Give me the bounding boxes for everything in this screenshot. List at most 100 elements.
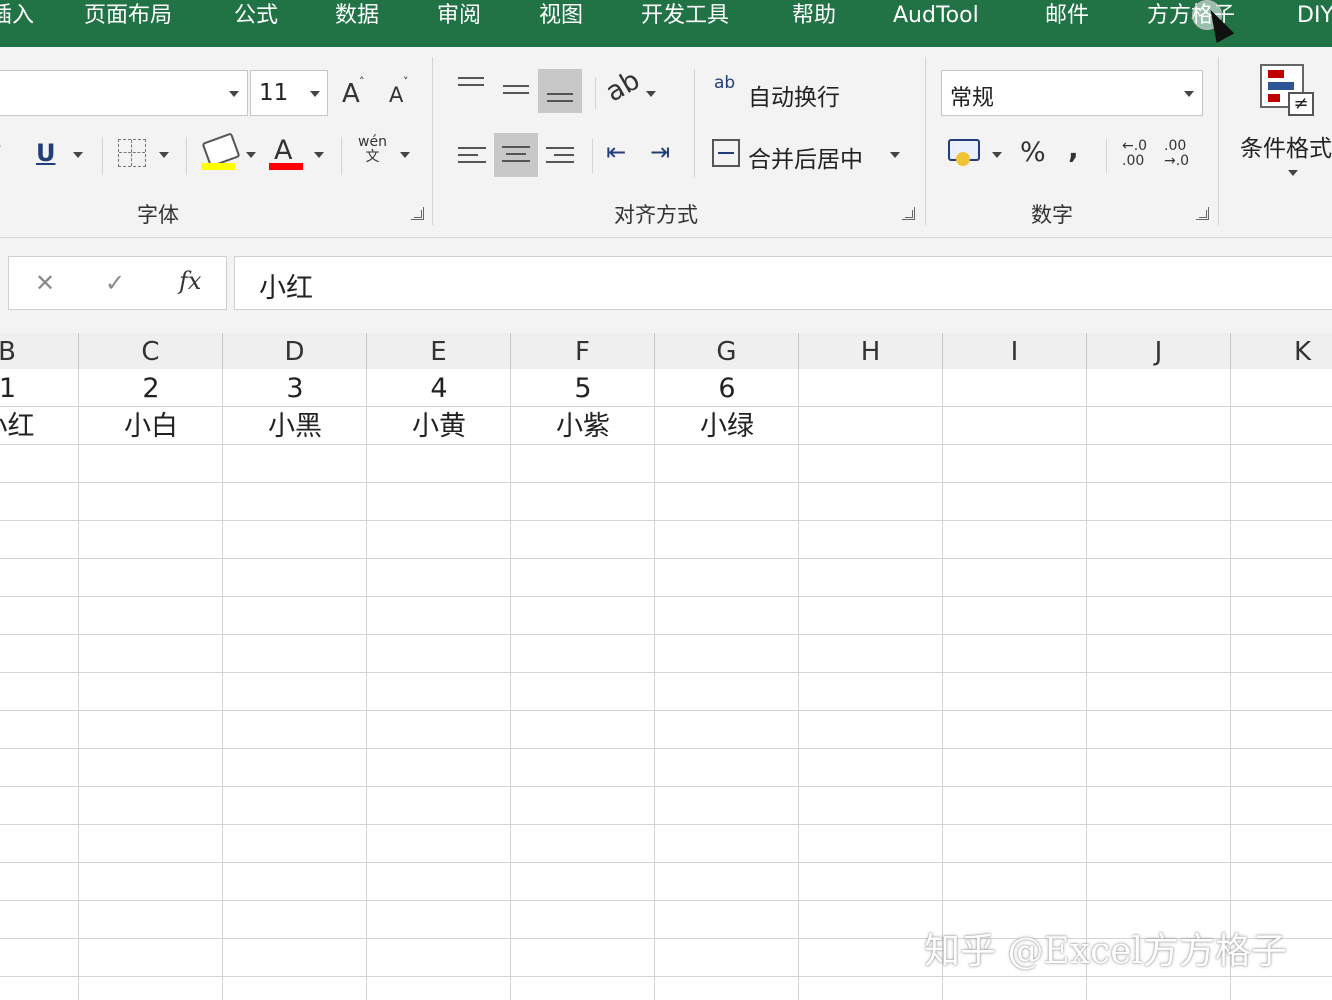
divider: [694, 69, 695, 177]
tab-review[interactable]: 审阅: [437, 0, 481, 32]
conditional-format-icon[interactable]: ≠: [1260, 64, 1314, 116]
divider: [102, 137, 103, 175]
cell-c1[interactable]: 2: [79, 369, 223, 407]
font-name-box[interactable]: [0, 70, 248, 116]
divider: [341, 137, 342, 175]
merge-center-icon[interactable]: [712, 139, 740, 167]
merge-center-button[interactable]: 合并后居中: [748, 140, 863, 174]
fill-color-bar: [201, 163, 235, 170]
font-color-icon[interactable]: A: [274, 137, 292, 164]
formula-bar-buttons: ✕ ✓ fx: [8, 256, 227, 310]
wrap-text-icon[interactable]: ab: [714, 75, 735, 92]
cell-g1[interactable]: 6: [655, 369, 799, 407]
enter-icon[interactable]: ✓: [105, 269, 125, 297]
font-size-value: 11: [259, 80, 289, 106]
column-header-k[interactable]: K: [1231, 333, 1332, 369]
group-separator: [1218, 57, 1219, 225]
italic-icon[interactable]: I: [0, 143, 1, 167]
column-header-b[interactable]: B: [0, 333, 79, 369]
accounting-dropdown-icon[interactable]: [992, 152, 1002, 158]
font-dialog-launcher-icon[interactable]: [411, 207, 424, 220]
cell-d1[interactable]: 3: [223, 369, 367, 407]
cell-f1[interactable]: 5: [511, 369, 655, 407]
percent-style-icon[interactable]: %: [1020, 139, 1046, 166]
fill-color-dropdown-icon[interactable]: [246, 152, 256, 158]
cancel-icon[interactable]: ✕: [35, 269, 55, 297]
column-header-f[interactable]: F: [511, 333, 655, 369]
cell-e2[interactable]: 小黄: [367, 407, 511, 445]
comma-style-icon[interactable]: ,: [1068, 135, 1079, 163]
tab-help[interactable]: 帮助: [792, 0, 836, 32]
conditional-format-dropdown-icon[interactable]: [1288, 170, 1298, 176]
phonetic-dropdown-icon[interactable]: [400, 152, 410, 158]
number-format-dropdown-icon[interactable]: [1184, 91, 1194, 97]
align-bottom-button[interactable]: [538, 69, 582, 113]
cell-c2[interactable]: 小白: [79, 407, 223, 445]
cell-b1[interactable]: 1: [0, 369, 79, 407]
divider: [186, 137, 187, 175]
align-center-button[interactable]: [494, 133, 538, 177]
alignment-group-label: 对齐方式: [614, 203, 698, 227]
alignment-dialog-launcher-icon[interactable]: [902, 207, 915, 220]
column-header-j[interactable]: J: [1087, 333, 1231, 369]
tab-view[interactable]: 视图: [539, 0, 583, 32]
cell-e1[interactable]: 4: [367, 369, 511, 407]
merge-center-dropdown-icon[interactable]: [890, 152, 900, 158]
divider: [1106, 139, 1107, 173]
phonetic-guide-icon[interactable]: wén 文: [358, 135, 387, 165]
align-top-icon[interactable]: [458, 77, 484, 86]
tab-diy[interactable]: DIY: [1297, 0, 1332, 32]
number-format-value: 常规: [950, 86, 995, 111]
formula-value: 小红: [259, 273, 313, 304]
decrease-decimal-icon[interactable]: .00 →.0: [1164, 139, 1200, 169]
cell-d2[interactable]: 小黑: [223, 407, 367, 445]
tab-developer[interactable]: 开发工具: [641, 0, 729, 32]
formula-input[interactable]: 小红: [234, 256, 1332, 310]
increase-indent-icon[interactable]: ⇥: [650, 140, 670, 164]
font-name-dropdown-icon[interactable]: [229, 91, 239, 97]
tab-audtool[interactable]: AudTool: [893, 0, 979, 32]
orientation-dropdown-icon[interactable]: [646, 91, 656, 97]
number-format-select[interactable]: 常规: [941, 70, 1203, 116]
column-header-d[interactable]: D: [223, 333, 367, 369]
border-icon[interactable]: [118, 139, 146, 167]
accounting-format-icon[interactable]: [948, 139, 980, 166]
font-color-bar: [269, 163, 303, 170]
tab-data[interactable]: 数据: [335, 0, 379, 32]
tab-formulas[interactable]: 公式: [234, 0, 278, 32]
tab-mail[interactable]: 邮件: [1045, 0, 1089, 32]
cell-b2[interactable]: 小红: [0, 407, 79, 445]
shrink-font-icon[interactable]: A: [389, 85, 403, 106]
decrease-indent-icon[interactable]: ⇤: [606, 140, 626, 164]
column-header-h[interactable]: H: [799, 333, 943, 369]
shrink-caret-icon: ˅: [403, 75, 409, 88]
column-header-i[interactable]: I: [943, 333, 1087, 369]
spreadsheet-grid[interactable]: 1 2 3 4 5 6 小红 小白 小黑 小黄 小紫 小绿: [0, 369, 1332, 1000]
grow-caret-icon: ˄: [359, 75, 365, 88]
conditional-format-button[interactable]: 条件格式: [1240, 129, 1332, 163]
font-size-box[interactable]: 11: [250, 70, 328, 116]
align-right-icon[interactable]: [546, 147, 574, 163]
column-header-g[interactable]: G: [655, 333, 799, 369]
tab-insert[interactable]: 插入: [0, 0, 34, 32]
border-dropdown-icon[interactable]: [159, 152, 169, 158]
underline-icon[interactable]: U: [36, 141, 56, 165]
align-left-icon[interactable]: [458, 147, 486, 163]
tab-page-layout[interactable]: 页面布局: [84, 0, 172, 32]
underline-dropdown-icon[interactable]: [73, 152, 83, 158]
column-header-e[interactable]: E: [367, 333, 511, 369]
insert-function-icon[interactable]: fx: [179, 267, 201, 295]
font-size-dropdown-icon[interactable]: [310, 91, 320, 97]
cell-g2[interactable]: 小绿: [655, 407, 799, 445]
align-middle-icon[interactable]: [503, 85, 529, 94]
column-header-c[interactable]: C: [79, 333, 223, 369]
font-group-label: 字体: [137, 203, 179, 227]
number-dialog-launcher-icon[interactable]: [1196, 207, 1209, 220]
wrap-text-button[interactable]: 自动换行: [748, 78, 840, 112]
number-group-label: 数字: [1031, 203, 1073, 227]
increase-decimal-icon[interactable]: ←.0 .00: [1122, 139, 1154, 169]
grow-font-icon[interactable]: A: [342, 81, 360, 107]
font-color-dropdown-icon[interactable]: [314, 152, 324, 158]
cell-f2[interactable]: 小紫: [511, 407, 655, 445]
orientation-icon[interactable]: ab: [601, 65, 646, 109]
